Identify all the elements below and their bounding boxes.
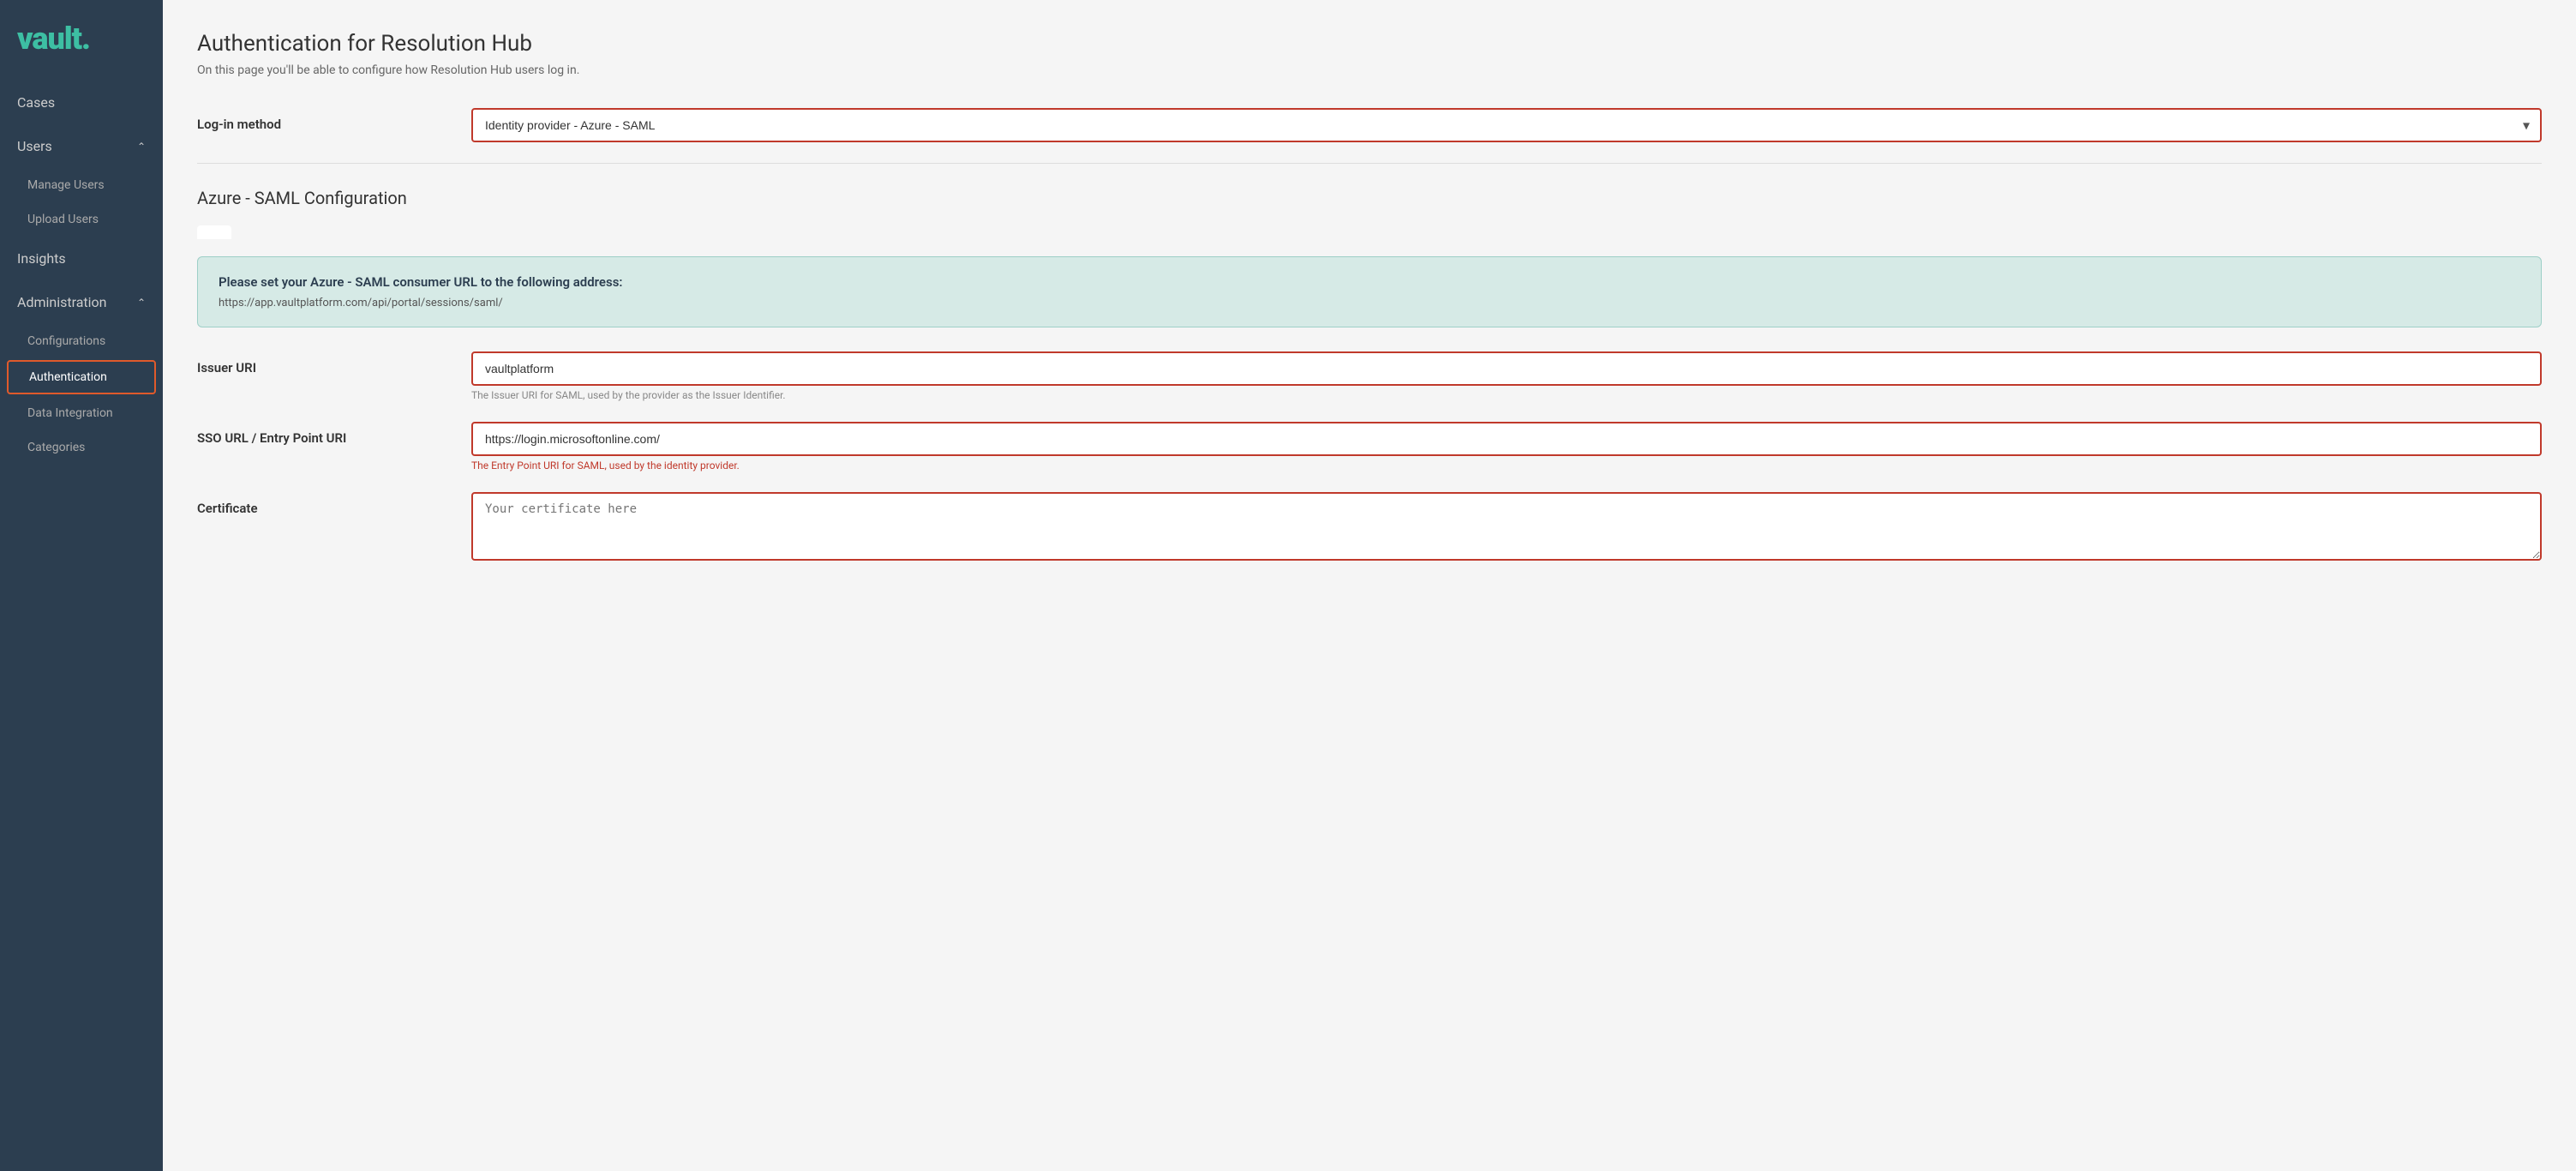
certificate-label: Certificate bbox=[197, 492, 454, 516]
sso-url-input[interactable] bbox=[471, 422, 2542, 456]
sidebar-item-upload-users[interactable]: Upload Users bbox=[0, 202, 163, 237]
certificate-textarea[interactable] bbox=[471, 492, 2542, 561]
sso-url-label: SSO URL / Entry Point URI bbox=[197, 422, 454, 446]
certificate-control bbox=[471, 492, 2542, 564]
login-method-row: Log-in method Identity provider - Azure … bbox=[197, 108, 2542, 142]
info-box: Please set your Azure - SAML consumer UR… bbox=[197, 256, 2542, 327]
login-method-label: Log-in method bbox=[197, 108, 454, 132]
sidebar: vault. Cases Users ⌃ Manage Users Upload… bbox=[0, 0, 163, 1171]
chevron-up-icon-admin: ⌃ bbox=[137, 297, 146, 309]
sidebar-item-configurations[interactable]: Configurations bbox=[0, 324, 163, 358]
sidebar-item-users-label: Users bbox=[17, 138, 52, 154]
issuer-uri-hint: The Issuer URI for SAML, used by the pro… bbox=[471, 389, 2542, 401]
sidebar-item-insights[interactable]: Insights bbox=[0, 237, 163, 280]
info-box-url: https://app.vaultplatform.com/api/portal… bbox=[219, 297, 2520, 309]
sidebar-item-administration[interactable]: Administration ⌃ bbox=[0, 280, 163, 324]
main-content: Authentication for Resolution Hub On thi… bbox=[163, 0, 2576, 1171]
info-box-title: Please set your Azure - SAML consumer UR… bbox=[219, 274, 2520, 290]
sidebar-submenu-administration: Configurations Authentication Data Integ… bbox=[0, 324, 163, 465]
page-subtitle: On this page you'll be able to configure… bbox=[197, 63, 2542, 77]
sidebar-item-cases-label: Cases bbox=[17, 94, 55, 111]
sidebar-item-data-integration[interactable]: Data Integration bbox=[0, 396, 163, 430]
tab-bar bbox=[197, 225, 2542, 239]
sidebar-submenu-users: Manage Users Upload Users bbox=[0, 168, 163, 237]
sidebar-item-authentication[interactable]: Authentication bbox=[7, 360, 156, 394]
sidebar-item-categories[interactable]: Categories bbox=[0, 430, 163, 465]
logo: vault. bbox=[0, 0, 163, 81]
login-method-select[interactable]: Identity provider - Azure - SAMLLocalIde… bbox=[471, 108, 2542, 142]
sso-url-control: The Entry Point URI for SAML, used by th… bbox=[471, 422, 2542, 471]
issuer-uri-input[interactable] bbox=[471, 351, 2542, 386]
chevron-up-icon: ⌃ bbox=[137, 141, 146, 153]
sidebar-item-users[interactable]: Users ⌃ bbox=[0, 124, 163, 168]
issuer-uri-control: The Issuer URI for SAML, used by the pro… bbox=[471, 351, 2542, 401]
sso-url-hint: The Entry Point URI for SAML, used by th… bbox=[471, 459, 2542, 471]
login-method-control: Identity provider - Azure - SAMLLocalIde… bbox=[471, 108, 2542, 142]
sidebar-item-insights-label: Insights bbox=[17, 250, 66, 267]
issuer-uri-row: Issuer URI The Issuer URI for SAML, used… bbox=[197, 351, 2542, 401]
divider bbox=[197, 163, 2542, 164]
certificate-row: Certificate bbox=[197, 492, 2542, 564]
issuer-uri-label: Issuer URI bbox=[197, 351, 454, 375]
sidebar-item-manage-users[interactable]: Manage Users bbox=[0, 168, 163, 202]
section-title: Azure - SAML Configuration bbox=[197, 188, 2542, 208]
sidebar-item-administration-label: Administration bbox=[17, 294, 107, 310]
page-title: Authentication for Resolution Hub bbox=[197, 31, 2542, 57]
tab-1[interactable] bbox=[197, 225, 231, 239]
sso-url-row: SSO URL / Entry Point URI The Entry Poin… bbox=[197, 422, 2542, 471]
sidebar-item-cases[interactable]: Cases bbox=[0, 81, 163, 124]
login-method-select-wrapper: Identity provider - Azure - SAMLLocalIde… bbox=[471, 108, 2542, 142]
